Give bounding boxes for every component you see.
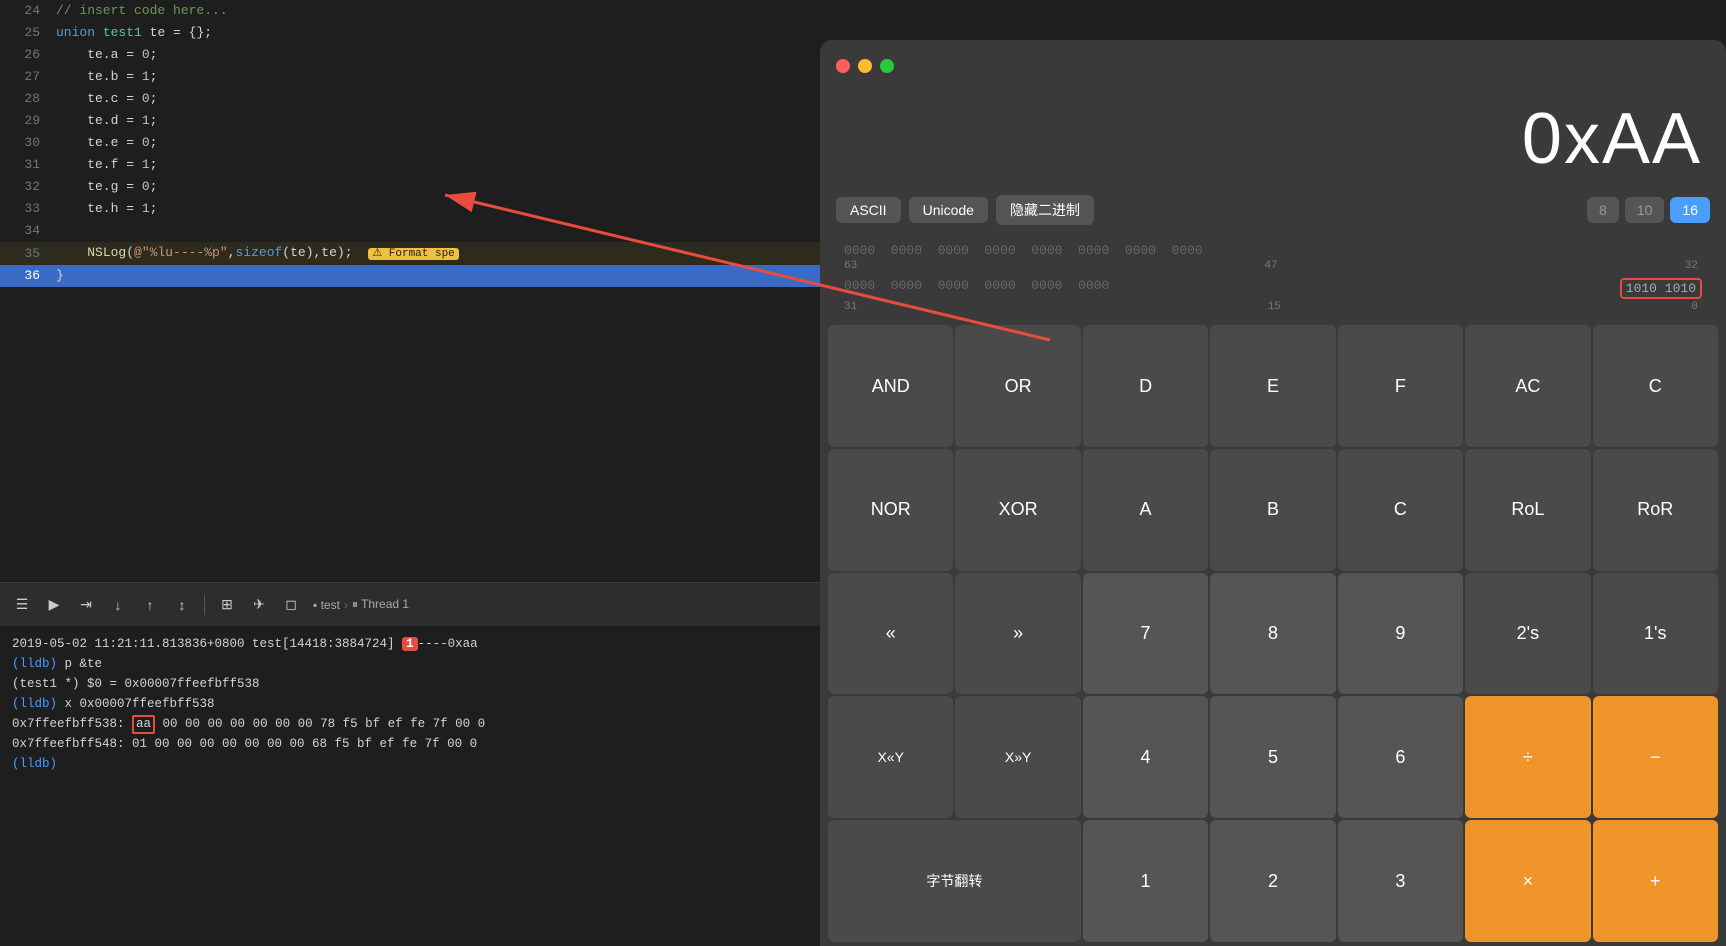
- a-button[interactable]: A: [1083, 449, 1208, 571]
- unicode-button[interactable]: Unicode: [909, 197, 988, 223]
- console-line-1: 2019-05-02 11:21:11.813836+0800 test[144…: [12, 634, 808, 654]
- minus-button[interactable]: −: [1593, 696, 1718, 818]
- hide-binary-button[interactable]: 隐藏二进制: [996, 195, 1094, 225]
- code-line-34: 34: [0, 220, 820, 242]
- console-line-3: (test1 *) $0 = 0x00007ffeefbff538: [12, 674, 808, 694]
- code-area: 24 // insert code here... 25 union test1…: [0, 0, 820, 582]
- code-line-31: 31 te.f = 1;: [0, 154, 820, 176]
- code-line-36: 36 }: [0, 265, 820, 287]
- 9-button[interactable]: 9: [1338, 573, 1463, 695]
- 5-button[interactable]: 5: [1210, 696, 1335, 818]
- b-button[interactable]: B: [1210, 449, 1335, 571]
- plus-button[interactable]: +: [1593, 820, 1718, 942]
- code-line-29: 29 te.d = 1;: [0, 110, 820, 132]
- console-line-5: 0x7ffeefbff538: aa 00 00 00 00 00 00 00 …: [12, 714, 808, 734]
- active-binary-bits: 1010 1010: [1620, 278, 1702, 299]
- upper-binary-row: 0000 0000 0000 0000 0000 0000 0000 0000: [836, 241, 1710, 260]
- console-line-6: 0x7ffeefbff548: 01 00 00 00 00 00 00 00 …: [12, 734, 808, 754]
- step-over-button[interactable]: ⇥: [72, 591, 100, 619]
- code-line-26: 26 te.a = 0;: [0, 44, 820, 66]
- 8-button[interactable]: 8: [1210, 573, 1335, 695]
- shift-left-button[interactable]: «: [828, 573, 953, 695]
- code-line-25: 25 union test1 te = {};: [0, 22, 820, 44]
- console-line-2: (lldb) p &te: [12, 654, 808, 674]
- code-line-24: 24 // insert code here...: [0, 0, 820, 22]
- binary-display: 0000 0000 0000 0000 0000 0000 0000 0000 …: [820, 233, 1726, 321]
- continue-button[interactable]: ▶: [40, 591, 68, 619]
- breakpoint-button[interactable]: ⊞: [213, 591, 241, 619]
- base-16-button[interactable]: 16: [1670, 197, 1710, 223]
- breadcrumb: ▪ test › ⏸ Thread 1: [313, 597, 409, 612]
- nor-button[interactable]: NOR: [828, 449, 953, 571]
- code-line-30: 30 te.e = 0;: [0, 132, 820, 154]
- console-area: 2019-05-02 11:21:11.813836+0800 test[144…: [0, 626, 820, 906]
- code-line-33: 33 te.h = 1;: [0, 198, 820, 220]
- ac-button[interactable]: AC: [1465, 325, 1590, 447]
- lower-binary-row: 0000 0000 0000 0000 0000 0000 1010 1010: [836, 276, 1710, 301]
- base-button-group: 8 10 16: [1587, 197, 1710, 223]
- minimize-button[interactable]: [858, 59, 872, 73]
- highlight-num: 1: [402, 637, 418, 651]
- share-button[interactable]: ✈: [245, 591, 273, 619]
- main-display: 0xAA: [844, 100, 1702, 179]
- divide-button[interactable]: ÷: [1465, 696, 1590, 818]
- ror-button[interactable]: RoR: [1593, 449, 1718, 571]
- calc-grid: AND OR D E F AC C NOR XOR A B C RoL RoR …: [820, 321, 1726, 946]
- byte-flip-button[interactable]: 字节翻转: [828, 820, 1081, 942]
- ones-comp-button[interactable]: 1's: [1593, 573, 1718, 695]
- ascii-button[interactable]: ASCII: [836, 197, 901, 223]
- step-out2-button[interactable]: ↕: [168, 591, 196, 619]
- rol-button[interactable]: RoL: [1465, 449, 1590, 571]
- base-10-button[interactable]: 10: [1625, 197, 1665, 223]
- debug-toolbar: ☰ ▶ ⇥ ↓ ↑ ↕ ⊞ ✈ ◻ ▪ test › ⏸ Thread 1: [0, 582, 820, 626]
- base-8-button[interactable]: 8: [1587, 197, 1619, 223]
- f-button[interactable]: F: [1338, 325, 1463, 447]
- 1-button[interactable]: 1: [1083, 820, 1208, 942]
- close-button[interactable]: [836, 59, 850, 73]
- console-button[interactable]: ☰: [8, 591, 36, 619]
- c2-button[interactable]: C: [1338, 449, 1463, 571]
- breadcrumb-thread: ⏸ Thread 1: [352, 597, 409, 612]
- multiply-button[interactable]: ×: [1465, 820, 1590, 942]
- lower-binary-labels: 31 15 0: [836, 301, 1710, 317]
- code-line-32: 32 te.g = 0;: [0, 176, 820, 198]
- 3-button[interactable]: 3: [1338, 820, 1463, 942]
- step-out-button[interactable]: ↑: [136, 591, 164, 619]
- or-button[interactable]: OR: [955, 325, 1080, 447]
- separator: [204, 595, 205, 615]
- step-into-button[interactable]: ↓: [104, 591, 132, 619]
- code-editor-panel: 24 // insert code here... 25 union test1…: [0, 0, 820, 906]
- display-area: 0xAA: [820, 92, 1726, 187]
- console-line-7: (lldb): [12, 754, 808, 774]
- maximize-button[interactable]: [880, 59, 894, 73]
- mode-row: ASCII Unicode 隐藏二进制 8 10 16: [820, 187, 1726, 233]
- 6-button[interactable]: 6: [1338, 696, 1463, 818]
- xshr-button[interactable]: X»Y: [955, 696, 1080, 818]
- title-bar: [820, 40, 1726, 92]
- upper-binary-labels: 63 47 32: [836, 260, 1710, 276]
- 7-button[interactable]: 7: [1083, 573, 1208, 695]
- shift-right-button[interactable]: »: [955, 573, 1080, 695]
- options-button[interactable]: ◻: [277, 591, 305, 619]
- twos-comp-button[interactable]: 2's: [1465, 573, 1590, 695]
- xshl-button[interactable]: X«Y: [828, 696, 953, 818]
- 4-button[interactable]: 4: [1083, 696, 1208, 818]
- code-line-35: 35 NSLog(@"%lu----%p",sizeof(te),te); ⚠ …: [0, 242, 820, 265]
- e-button[interactable]: E: [1210, 325, 1335, 447]
- breadcrumb-test: ▪ test: [313, 598, 340, 612]
- d-button[interactable]: D: [1083, 325, 1208, 447]
- traffic-lights: [836, 59, 894, 73]
- code-line-28: 28 te.c = 0;: [0, 88, 820, 110]
- code-line-27: 27 te.b = 1;: [0, 66, 820, 88]
- aa-highlight: aa: [132, 715, 155, 734]
- xor-button[interactable]: XOR: [955, 449, 1080, 571]
- calculator-panel: 0xAA ASCII Unicode 隐藏二进制 8 10 16 0000 00…: [820, 40, 1726, 946]
- and-button[interactable]: AND: [828, 325, 953, 447]
- warning-badge: ⚠ Format spe: [368, 248, 458, 260]
- console-line-4: (lldb) x 0x00007ffeefbff538: [12, 694, 808, 714]
- c-button[interactable]: C: [1593, 325, 1718, 447]
- 2-button[interactable]: 2: [1210, 820, 1335, 942]
